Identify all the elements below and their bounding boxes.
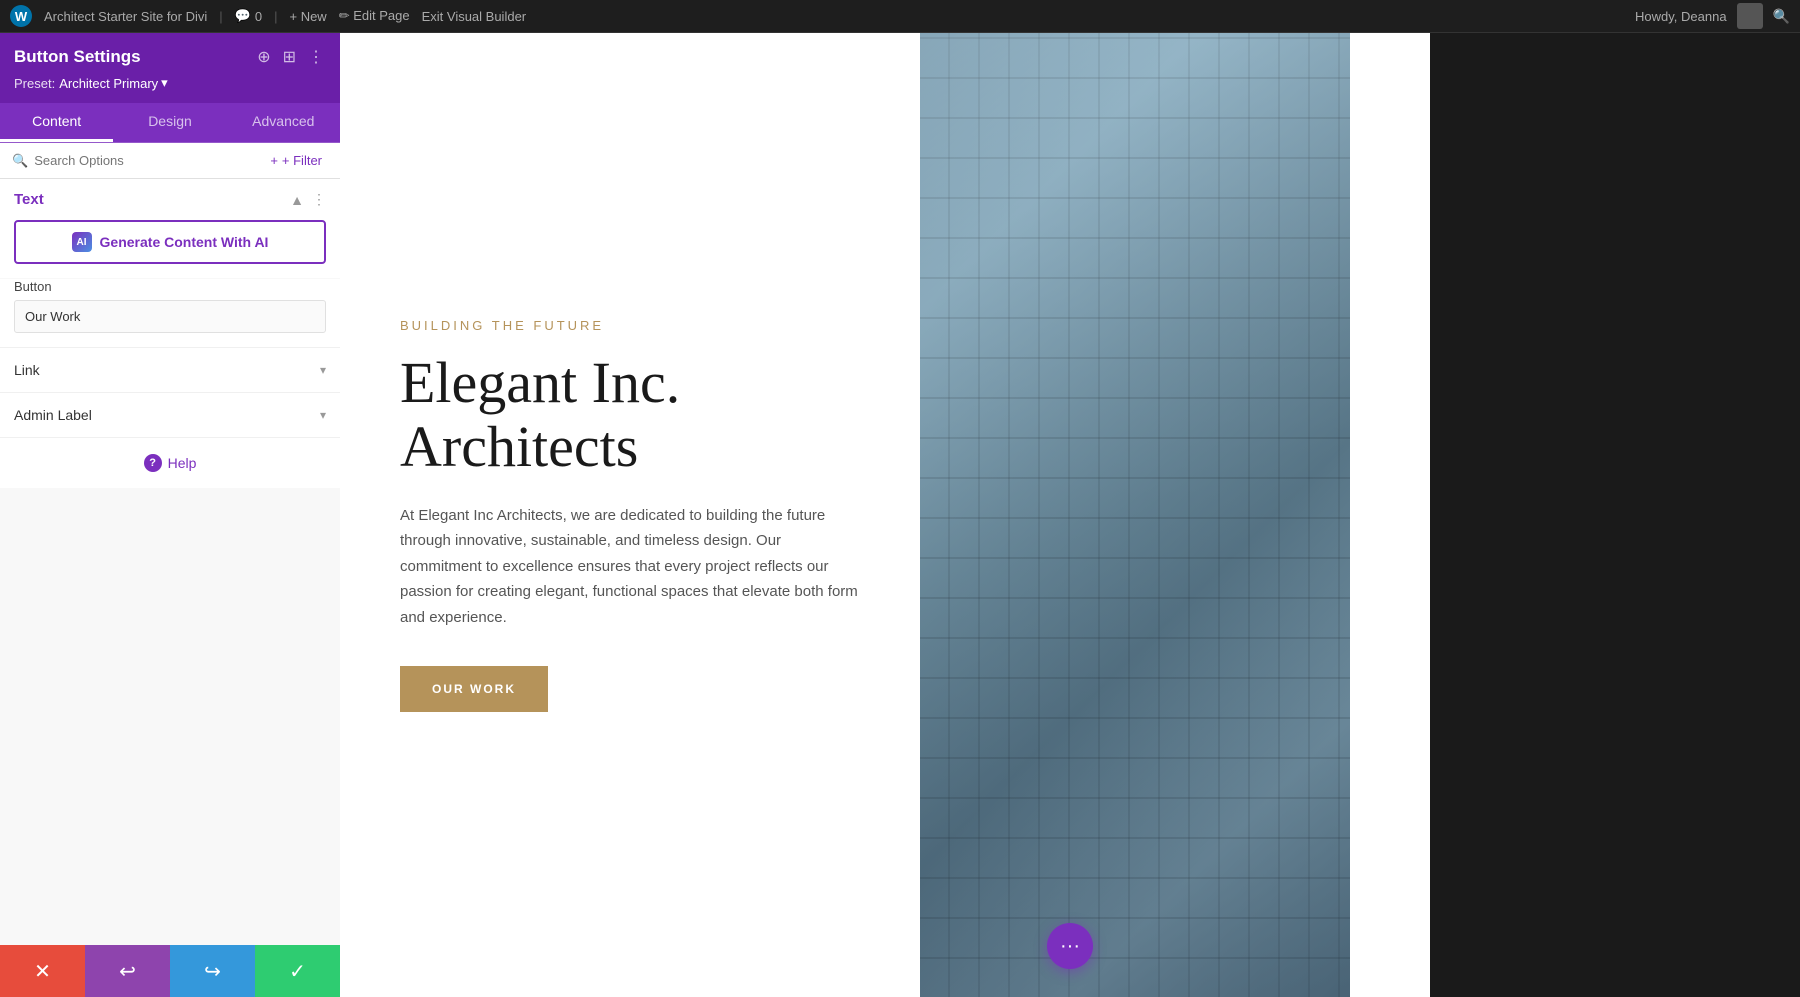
topbar-right: Howdy, Deanna 🔍 [1635,3,1790,29]
redo-button[interactable]: ↪ [170,945,255,997]
wordpress-icon[interactable]: W [10,5,32,27]
collapse-icon[interactable]: ▲ [290,192,304,208]
exit-visual-builder-button[interactable]: Exit Visual Builder [422,9,527,24]
fab-button[interactable]: ··· [1047,923,1093,969]
text-section: Text ▲ ⋮ AI Generate Content With AI [0,179,340,278]
link-section-title: Link [14,362,40,378]
hero-body: At Elegant Inc Architects, we are dedica… [400,503,860,631]
new-button[interactable]: + New [289,9,326,24]
separator: | [219,9,222,24]
search-input[interactable] [34,153,258,168]
building-image [920,33,1350,997]
filter-button[interactable]: + + Filter [264,151,328,170]
section-more-icon[interactable]: ⋮ [312,191,326,208]
preset-value[interactable]: Architect Primary ▾ ◀━━━ [59,75,168,91]
tab-design[interactable]: Design [113,103,226,142]
search-bar: 🔍 + + Filter [0,143,340,179]
save-button[interactable]: ✓ [255,945,340,997]
text-section-icons: ▲ ⋮ [290,191,326,208]
filter-icon: + [270,153,278,168]
sidebar-tabs: Content Design Advanced [0,103,340,143]
sidebar-title-row: Button Settings ⊕ ⊞ ⋮ [14,45,326,69]
site-name[interactable]: Architect Starter Site for Divi [44,9,207,24]
main-area: Button Settings ⊕ ⊞ ⋮ Preset: Architect … [0,33,1800,997]
button-text-input[interactable] [14,300,326,333]
chevron-down-icon: ▾ [320,363,326,377]
search-icon[interactable]: 🔍 [1773,8,1790,25]
chevron-down-icon: ▾ [161,75,168,91]
preset-row: Preset: Architect Primary ▾ ◀━━━ [14,75,326,91]
layout-icon[interactable]: ⊞ [281,45,298,69]
hero-subtitle: BUILDING THE FUTURE [400,318,860,333]
tab-advanced[interactable]: Advanced [227,103,340,142]
undo-button[interactable]: ↩ [85,945,170,997]
comment-icon: 💬 [235,8,251,24]
dark-side-right [1430,33,1800,997]
search-icon: 🔍 [12,153,28,169]
admin-label-section: Admin Label ▾ [0,393,340,438]
sidebar: Button Settings ⊕ ⊞ ⋮ Preset: Architect … [0,33,340,997]
hero-section: BUILDING THE FUTURE Elegant Inc. Archite… [340,33,1800,997]
admin-label-title: Admin Label [14,407,92,423]
tab-content[interactable]: Content [0,103,113,142]
more-options-icon[interactable]: ⋮ [306,45,326,69]
sidebar-bottom: ✕ ↩ ↪ ✓ [0,945,340,997]
link-section: Link ▾ [0,348,340,393]
separator2: | [274,9,277,24]
hero-left: BUILDING THE FUTURE Elegant Inc. Archite… [340,33,920,997]
page-preview: BUILDING THE FUTURE Elegant Inc. Archite… [340,33,1800,997]
text-section-content: AI Generate Content With AI [0,220,340,278]
edit-page-button[interactable]: ✏ Edit Page [339,8,410,24]
sidebar-header: Button Settings ⊕ ⊞ ⋮ Preset: Architect … [0,33,340,103]
sidebar-content: 🔍 + + Filter Text ▲ ⋮ [0,143,340,945]
chevron-down-icon-2: ▾ [320,408,326,422]
ai-generate-button[interactable]: AI Generate Content With AI [14,220,326,264]
hero-cta-button[interactable]: OUR WORK [400,666,548,712]
comments-link[interactable]: 💬 0 [235,8,262,24]
text-section-header[interactable]: Text ▲ ⋮ [0,179,340,220]
howdy-text: Howdy, Deanna [1635,9,1727,24]
canvas-area: BUILDING THE FUTURE Elegant Inc. Archite… [340,33,1800,997]
help-icon: ? [144,454,162,472]
ai-icon: AI [72,232,92,252]
building-overlay [920,33,1350,997]
topbar: W Architect Starter Site for Divi | 💬 0 … [0,0,1800,33]
hero-right [920,33,1350,997]
fab-icon: ··· [1060,935,1080,958]
admin-label-header[interactable]: Admin Label ▾ [0,393,340,437]
sidebar-title: Button Settings [14,47,141,67]
cancel-button[interactable]: ✕ [0,945,85,997]
help-section[interactable]: ? Help [0,438,340,488]
link-section-header[interactable]: Link ▾ [0,348,340,392]
text-section-title: Text [14,191,44,208]
copy-icon[interactable]: ⊕ [255,45,272,69]
sidebar-title-icons: ⊕ ⊞ ⋮ [255,45,326,69]
button-label-section: Button [0,279,340,348]
hero-title: Elegant Inc. Architects [400,351,860,479]
preset-label: Preset: [14,76,55,91]
avatar[interactable] [1737,3,1763,29]
button-label-title: Button [14,279,326,294]
